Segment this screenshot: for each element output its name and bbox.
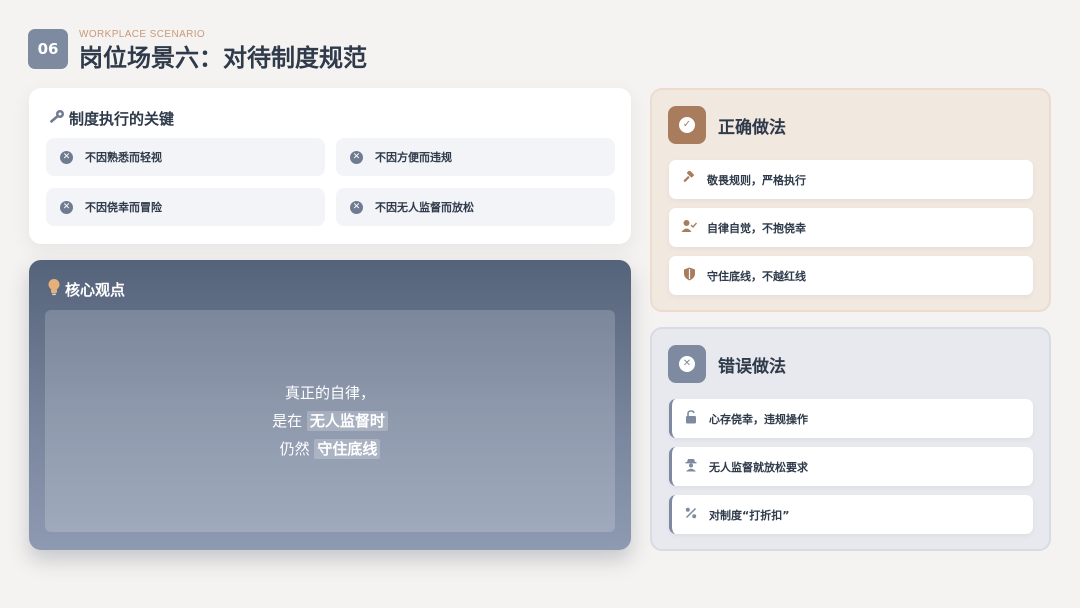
wrong-practices-title: 错误做法 — [718, 356, 786, 377]
correct-item-label: 敬畏规则，严格执行 — [707, 173, 806, 187]
key-item-label: 不因侥幸而冒险 — [85, 201, 162, 214]
x-circle-icon: ✕ — [60, 200, 73, 214]
key-item: ✕ 不因无人监督而放松 — [336, 188, 615, 226]
quote-line-3: 仍然 守住底线 — [280, 435, 381, 463]
core-viewpoint-card: 核心观点 真正的自律， 是在 无人监督时 仍然 守住底线 — [29, 260, 631, 550]
user-check-icon — [681, 219, 698, 236]
correct-item: 自律自觉，不抱侥幸 — [669, 208, 1033, 247]
section-number-badge: 06 — [28, 29, 68, 69]
wrong-item: 对制度“打折扣” — [669, 495, 1033, 534]
core-quote-panel: 真正的自律， 是在 无人监督时 仍然 守住底线 — [45, 310, 615, 532]
x-circle-icon: ✕ — [60, 150, 73, 164]
core-viewpoint-title-text: 核心观点 — [65, 280, 126, 299]
correct-practices-header: ✓ 正确做法 — [668, 106, 786, 144]
execution-keys-card: 制度执行的关键 ✕ 不因熟悉而轻视 ✕ 不因方便而违规 ✕ 不因侥幸而冒险 ✕ … — [29, 88, 631, 244]
x-circle-icon: ✕ — [350, 200, 363, 214]
quote-highlight: 守住底线 — [314, 439, 381, 459]
lightbulb-icon — [47, 278, 61, 300]
unlock-icon — [683, 410, 699, 427]
core-viewpoint-title: 核心观点 — [47, 278, 125, 300]
x-circle-icon: ✕ — [668, 345, 706, 383]
page-title: 岗位场景六：对待制度规范 — [79, 43, 367, 72]
wrong-practices-card: ✕ 错误做法 心存侥幸，违规操作 无人监督就放松要求 对制度“打折扣” — [650, 327, 1051, 551]
key-item-label: 不因熟悉而轻视 — [85, 151, 162, 164]
wrong-item-label: 对制度“打折扣” — [709, 508, 790, 522]
shield-icon — [681, 267, 697, 284]
key-item: ✕ 不因侥幸而冒险 — [46, 188, 325, 226]
correct-practices-title: 正确做法 — [718, 117, 786, 138]
key-item: ✕ 不因熟悉而轻视 — [46, 138, 325, 176]
key-item-label: 不因方便而违规 — [375, 151, 452, 164]
correct-practices-card: ✓ 正确做法 敬畏规则，严格执行 自律自觉，不抱侥幸 守住底线，不越红线 — [650, 88, 1051, 312]
quote-line-2: 是在 无人监督时 — [272, 407, 388, 435]
execution-keys-title-text: 制度执行的关键 — [69, 110, 175, 128]
correct-item-label: 守住底线，不越红线 — [707, 269, 806, 283]
quote-line-3-prefix: 仍然 — [279, 440, 310, 458]
correct-item: 守住底线，不越红线 — [669, 256, 1033, 295]
execution-keys-title: 制度执行的关键 — [47, 108, 174, 129]
quote-line-2-prefix: 是在 — [272, 412, 303, 430]
x-circle-icon: ✕ — [350, 150, 363, 164]
quote-highlight: 无人监督时 — [306, 411, 388, 431]
wrong-item-label: 心存侥幸，违规操作 — [709, 412, 808, 426]
correct-item: 敬畏规则，严格执行 — [669, 160, 1033, 199]
key-item-label: 不因无人监督而放松 — [375, 201, 474, 214]
key-icon — [47, 109, 65, 129]
user-secret-icon — [683, 458, 699, 475]
correct-item-label: 自律自觉，不抱侥幸 — [707, 221, 806, 235]
check-circle-icon: ✓ — [668, 106, 706, 144]
wrong-item: 心存侥幸，违规操作 — [669, 399, 1033, 438]
wrong-item: 无人监督就放松要求 — [669, 447, 1033, 486]
gavel-icon — [681, 170, 697, 188]
key-item: ✕ 不因方便而违规 — [336, 138, 615, 176]
percent-icon — [683, 507, 699, 522]
quote-line-1: 真正的自律， — [284, 384, 375, 402]
wrong-practices-header: ✕ 错误做法 — [668, 345, 786, 383]
wrong-item-label: 无人监督就放松要求 — [709, 460, 808, 474]
